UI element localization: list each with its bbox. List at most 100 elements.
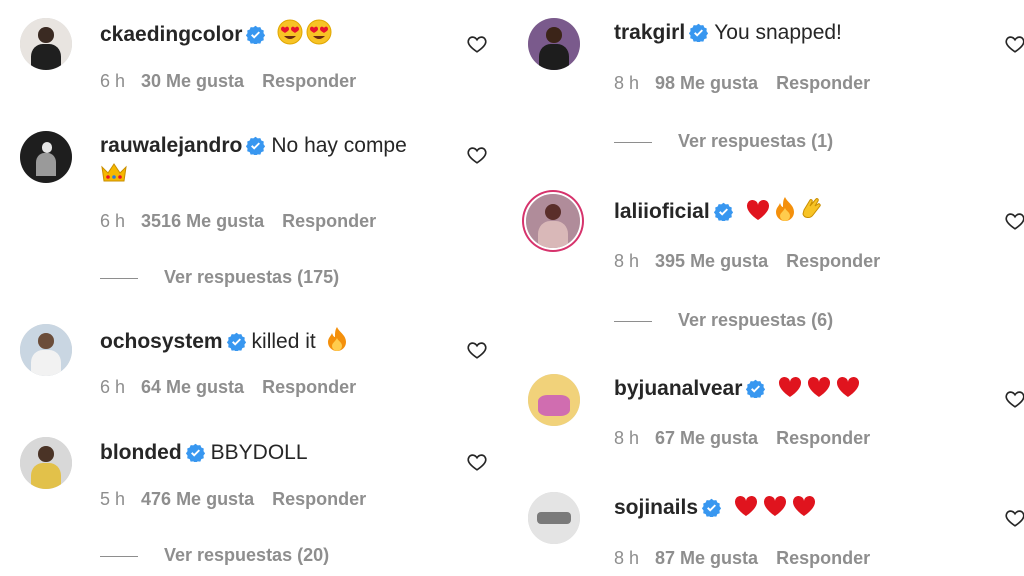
fire-icon	[775, 197, 794, 221]
username-link[interactable]: ckaedingcolor	[100, 23, 242, 46]
reply-button[interactable]: Responder	[272, 489, 366, 509]
view-replies-button[interactable]: Ver respuestas (20)	[100, 545, 329, 566]
like-heart-icon[interactable]	[1004, 33, 1024, 55]
likes-count[interactable]: 67 Me gusta	[655, 428, 758, 448]
comment-line: sojinails	[614, 494, 820, 522]
comment-line: trakgirl You snapped!	[614, 19, 842, 47]
red-heart-icon	[779, 376, 802, 397]
comment-text: You snapped!	[714, 21, 842, 44]
comment-time: 8 h	[614, 428, 640, 448]
username-link[interactable]: blonded	[100, 441, 182, 464]
verified-badge-icon	[226, 332, 246, 351]
verified-badge-icon	[246, 136, 266, 155]
comment-line: rauwalejandro No hay compe	[100, 132, 407, 160]
red-heart-icon	[746, 199, 769, 220]
verified-badge-icon	[713, 202, 733, 221]
comment-time: 6 h	[100, 211, 126, 231]
red-heart-icon	[763, 495, 786, 516]
username-link[interactable]: trakgirl	[614, 21, 685, 44]
reply-button[interactable]: Responder	[282, 211, 376, 231]
view-replies-label[interactable]: Ver respuestas (175)	[164, 267, 339, 287]
comment-time: 8 h	[614, 548, 640, 568]
view-replies-button[interactable]: Ver respuestas (175)	[100, 267, 339, 288]
username-link[interactable]: sojinails	[614, 496, 698, 519]
clapping-hands-icon	[802, 198, 821, 218]
comment-text: killed it	[251, 330, 316, 353]
comment-text: BBYDOLL	[210, 441, 308, 464]
verified-badge-icon	[185, 443, 205, 462]
reply-button[interactable]: Responder	[776, 73, 870, 93]
fire-icon	[327, 327, 346, 351]
red-heart-icon	[734, 495, 757, 516]
comment-text-continuation	[100, 161, 131, 189]
heart-eyes-icon	[277, 19, 303, 45]
reply-button[interactable]: Responder	[262, 71, 356, 91]
view-replies-button[interactable]: Ver respuestas (6)	[614, 310, 833, 331]
view-replies-label[interactable]: Ver respuestas (20)	[164, 545, 329, 565]
red-heart-icon	[792, 495, 815, 516]
comment-meta: 8 h 87 Me gusta Responder	[614, 548, 870, 569]
view-replies-label[interactable]: Ver respuestas (1)	[678, 131, 833, 151]
comment-time: 6 h	[100, 377, 126, 397]
comment-meta: 5 h 476 Me gusta Responder	[100, 489, 366, 510]
comment-meta: 8 h 67 Me gusta Responder	[614, 428, 870, 449]
comment-meta: 6 h 3516 Me gusta Responder	[100, 211, 376, 232]
likes-count[interactable]: 395 Me gusta	[655, 251, 768, 271]
likes-count[interactable]: 87 Me gusta	[655, 548, 758, 568]
divider-line	[614, 320, 652, 322]
crown-icon	[101, 163, 127, 182]
likes-count[interactable]: 98 Me gusta	[655, 73, 758, 93]
comment-time: 6 h	[100, 71, 126, 91]
like-heart-icon[interactable]	[466, 144, 488, 166]
likes-count[interactable]: 476 Me gusta	[141, 489, 254, 509]
avatar[interactable]	[20, 131, 72, 183]
reply-button[interactable]: Responder	[776, 428, 870, 448]
verified-badge-icon	[702, 498, 722, 517]
reply-button[interactable]: Responder	[262, 377, 356, 397]
verified-badge-icon	[689, 23, 709, 42]
likes-count[interactable]: 3516 Me gusta	[141, 211, 264, 231]
avatar[interactable]	[528, 374, 580, 426]
divider-line	[100, 555, 138, 557]
avatar[interactable]	[526, 194, 580, 248]
view-replies-button[interactable]: Ver respuestas (1)	[614, 131, 833, 152]
comment-line: byjuanalvear	[614, 375, 864, 403]
comment-meta: 8 h 98 Me gusta Responder	[614, 73, 870, 94]
likes-count[interactable]: 30 Me gusta	[141, 71, 244, 91]
avatar[interactable]	[20, 18, 72, 70]
view-replies-label[interactable]: Ver respuestas (6)	[678, 310, 833, 330]
red-heart-icon	[837, 376, 860, 397]
like-heart-icon[interactable]	[1004, 388, 1024, 410]
likes-count[interactable]: 64 Me gusta	[141, 377, 244, 397]
reply-button[interactable]: Responder	[786, 251, 880, 271]
username-link[interactable]: ochosystem	[100, 330, 223, 353]
like-heart-icon[interactable]	[466, 451, 488, 473]
comment-time: 8 h	[614, 73, 640, 93]
red-heart-icon	[808, 376, 831, 397]
comment-line: ckaedingcolor	[100, 19, 335, 49]
divider-line	[100, 277, 138, 279]
avatar[interactable]	[20, 437, 72, 489]
comment-meta: 6 h 30 Me gusta Responder	[100, 71, 356, 92]
username-link[interactable]: laliioficial	[614, 200, 710, 223]
avatar[interactable]	[20, 324, 72, 376]
avatar[interactable]	[528, 18, 580, 70]
avatar[interactable]	[528, 492, 580, 544]
username-link[interactable]: byjuanalvear	[614, 377, 742, 400]
like-heart-icon[interactable]	[466, 339, 488, 361]
comment-line: blonded BBYDOLL	[100, 439, 308, 467]
comment-time: 8 h	[614, 251, 640, 271]
comment-line: ochosystem killed it	[100, 326, 351, 356]
comment-meta: 8 h 395 Me gusta Responder	[614, 251, 880, 272]
username-link[interactable]: rauwalejandro	[100, 134, 242, 157]
reply-button[interactable]: Responder	[776, 548, 870, 568]
like-heart-icon[interactable]	[466, 33, 488, 55]
verified-badge-icon	[246, 25, 266, 44]
like-heart-icon[interactable]	[1004, 210, 1024, 232]
divider-line	[614, 141, 652, 143]
heart-eyes-icon	[306, 19, 332, 45]
like-heart-icon[interactable]	[1004, 507, 1024, 529]
comment-meta: 6 h 64 Me gusta Responder	[100, 377, 356, 398]
verified-badge-icon	[746, 379, 766, 398]
comment-text: No hay compe	[271, 134, 407, 157]
